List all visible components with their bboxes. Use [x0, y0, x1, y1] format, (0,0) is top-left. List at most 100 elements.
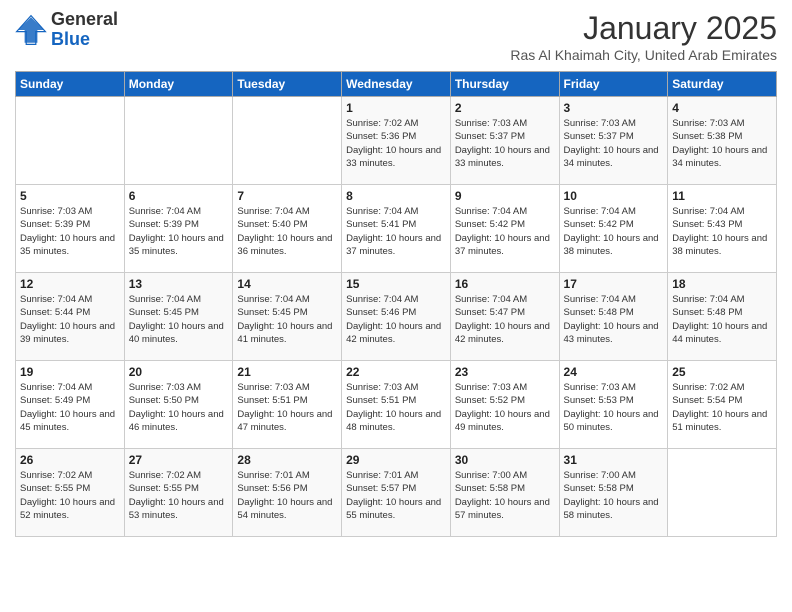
- calendar-week-row: 5 Sunrise: 7:03 AMSunset: 5:39 PMDaylight…: [16, 185, 777, 273]
- day-number: 30: [455, 453, 555, 467]
- day-number: 17: [564, 277, 664, 291]
- day-header-friday: Friday: [559, 72, 668, 97]
- calendar-header-row: SundayMondayTuesdayWednesdayThursdayFrid…: [16, 72, 777, 97]
- calendar-cell: 26Sunrise: 7:02 AMSunset: 5:55 PMDayligh…: [16, 449, 125, 537]
- day-number: 21: [237, 365, 337, 379]
- month-title: January 2025: [510, 10, 777, 47]
- calendar-cell: 24 Sunrise: 7:03 AMSunset: 5:53 PMDayligh…: [559, 361, 668, 449]
- day-header-sunday: Sunday: [16, 72, 125, 97]
- day-number: 16: [455, 277, 555, 291]
- cell-info: Sunrise: 7:04 AMSunset: 5:41 PMDaylight:…: [346, 205, 446, 258]
- day-header-thursday: Thursday: [450, 72, 559, 97]
- day-number: 31: [564, 453, 664, 467]
- cell-info: Sunrise: 7:04 AMSunset: 5:48 PMDaylight:…: [672, 293, 772, 346]
- calendar-cell: 22Sunrise: 7:03 AMSunset: 5:51 PMDayligh…: [342, 361, 451, 449]
- location-subtitle: Ras Al Khaimah City, United Arab Emirate…: [510, 47, 777, 63]
- cell-info: Sunrise: 7:04 AMSunset: 5:44 PMDaylight:…: [20, 293, 120, 346]
- calendar-cell: 17 Sunrise: 7:04 AMSunset: 5:48 PMDayligh…: [559, 273, 668, 361]
- calendar-cell: 15 Sunrise: 7:04 AMSunset: 5:46 PMDayligh…: [342, 273, 451, 361]
- cell-info: Sunrise: 7:04 AMSunset: 5:42 PMDaylight:…: [564, 205, 664, 258]
- calendar-cell: 19 Sunrise: 7:04 AMSunset: 5:49 PMDayligh…: [16, 361, 125, 449]
- calendar-cell: 30Sunrise: 7:00 AMSunset: 5:58 PMDayligh…: [450, 449, 559, 537]
- cell-info: Sunrise: 7:03 AMSunset: 5:37 PMDaylight:…: [455, 117, 555, 170]
- cell-info: Sunrise: 7:04 AMSunset: 5:42 PMDaylight:…: [455, 205, 555, 258]
- day-number: 25: [672, 365, 772, 379]
- day-header-monday: Monday: [124, 72, 233, 97]
- calendar-week-row: 1Sunrise: 7:02 AMSunset: 5:36 PMDaylight…: [16, 97, 777, 185]
- calendar-cell: 10 Sunrise: 7:04 AMSunset: 5:42 PMDayligh…: [559, 185, 668, 273]
- day-number: 5: [20, 189, 120, 203]
- calendar-cell: 31 Sunrise: 7:00 AMSunset: 5:58 PMDayligh…: [559, 449, 668, 537]
- calendar-cell: 9 Sunrise: 7:04 AMSunset: 5:42 PMDaylight…: [450, 185, 559, 273]
- calendar-cell: 3 Sunrise: 7:03 AMSunset: 5:37 PMDaylight…: [559, 97, 668, 185]
- calendar-cell: 14Sunrise: 7:04 AMSunset: 5:45 PMDayligh…: [233, 273, 342, 361]
- day-number: 6: [129, 189, 229, 203]
- calendar-cell: 23 Sunrise: 7:03 AMSunset: 5:52 PMDayligh…: [450, 361, 559, 449]
- logo-icon: [15, 14, 47, 46]
- calendar-cell: 25 Sunrise: 7:02 AMSunset: 5:54 PMDayligh…: [668, 361, 777, 449]
- calendar-cell: 28Sunrise: 7:01 AMSunset: 5:56 PMDayligh…: [233, 449, 342, 537]
- cell-info: Sunrise: 7:03 AMSunset: 5:53 PMDaylight:…: [564, 381, 664, 434]
- day-header-tuesday: Tuesday: [233, 72, 342, 97]
- calendar-cell: 12 Sunrise: 7:04 AMSunset: 5:44 PMDayligh…: [16, 273, 125, 361]
- calendar-cell: [16, 97, 125, 185]
- cell-info: Sunrise: 7:04 AMSunset: 5:45 PMDaylight:…: [129, 293, 229, 346]
- day-number: 4: [672, 101, 772, 115]
- day-number: 19: [20, 365, 120, 379]
- calendar-cell: 8 Sunrise: 7:04 AMSunset: 5:41 PMDaylight…: [342, 185, 451, 273]
- day-header-wednesday: Wednesday: [342, 72, 451, 97]
- logo-general-text: General: [51, 9, 118, 29]
- calendar-cell: 29 Sunrise: 7:01 AMSunset: 5:57 PMDayligh…: [342, 449, 451, 537]
- day-number: 12: [20, 277, 120, 291]
- calendar-cell: 1Sunrise: 7:02 AMSunset: 5:36 PMDaylight…: [342, 97, 451, 185]
- cell-info: Sunrise: 7:04 AMSunset: 5:47 PMDaylight:…: [455, 293, 555, 346]
- day-number: 23: [455, 365, 555, 379]
- calendar-cell: 2Sunrise: 7:03 AMSunset: 5:37 PMDaylight…: [450, 97, 559, 185]
- calendar-table: SundayMondayTuesdayWednesdayThursdayFrid…: [15, 71, 777, 537]
- day-number: 7: [237, 189, 337, 203]
- day-number: 29: [346, 453, 446, 467]
- page-header: General Blue January 2025 Ras Al Khaimah…: [15, 10, 777, 63]
- cell-info: Sunrise: 7:03 AMSunset: 5:51 PMDaylight:…: [237, 381, 337, 434]
- logo-blue-text: Blue: [51, 29, 90, 49]
- cell-info: Sunrise: 7:03 AMSunset: 5:39 PMDaylight:…: [20, 205, 120, 258]
- cell-info: Sunrise: 7:03 AMSunset: 5:50 PMDaylight:…: [129, 381, 229, 434]
- day-number: 15: [346, 277, 446, 291]
- calendar-cell: 27Sunrise: 7:02 AMSunset: 5:55 PMDayligh…: [124, 449, 233, 537]
- cell-info: Sunrise: 7:01 AMSunset: 5:57 PMDaylight:…: [346, 469, 446, 522]
- cell-info: Sunrise: 7:04 AMSunset: 5:43 PMDaylight:…: [672, 205, 772, 258]
- calendar-week-row: 19 Sunrise: 7:04 AMSunset: 5:49 PMDayligh…: [16, 361, 777, 449]
- cell-info: Sunrise: 7:04 AMSunset: 5:48 PMDaylight:…: [564, 293, 664, 346]
- calendar-cell: 7 Sunrise: 7:04 AMSunset: 5:40 PMDaylight…: [233, 185, 342, 273]
- calendar-cell: [668, 449, 777, 537]
- calendar-cell: 6Sunrise: 7:04 AMSunset: 5:39 PMDaylight…: [124, 185, 233, 273]
- day-number: 18: [672, 277, 772, 291]
- calendar-week-row: 26Sunrise: 7:02 AMSunset: 5:55 PMDayligh…: [16, 449, 777, 537]
- day-number: 1: [346, 101, 446, 115]
- calendar-cell: 20Sunrise: 7:03 AMSunset: 5:50 PMDayligh…: [124, 361, 233, 449]
- calendar-cell: [124, 97, 233, 185]
- cell-info: Sunrise: 7:00 AMSunset: 5:58 PMDaylight:…: [564, 469, 664, 522]
- cell-info: Sunrise: 7:03 AMSunset: 5:52 PMDaylight:…: [455, 381, 555, 434]
- day-number: 8: [346, 189, 446, 203]
- day-number: 9: [455, 189, 555, 203]
- day-header-saturday: Saturday: [668, 72, 777, 97]
- cell-info: Sunrise: 7:02 AMSunset: 5:54 PMDaylight:…: [672, 381, 772, 434]
- cell-info: Sunrise: 7:04 AMSunset: 5:46 PMDaylight:…: [346, 293, 446, 346]
- cell-info: Sunrise: 7:04 AMSunset: 5:40 PMDaylight:…: [237, 205, 337, 258]
- title-block: January 2025 Ras Al Khaimah City, United…: [510, 10, 777, 63]
- day-number: 10: [564, 189, 664, 203]
- cell-info: Sunrise: 7:02 AMSunset: 5:55 PMDaylight:…: [20, 469, 120, 522]
- cell-info: Sunrise: 7:04 AMSunset: 5:49 PMDaylight:…: [20, 381, 120, 434]
- calendar-cell: 13Sunrise: 7:04 AMSunset: 5:45 PMDayligh…: [124, 273, 233, 361]
- day-number: 28: [237, 453, 337, 467]
- cell-info: Sunrise: 7:03 AMSunset: 5:37 PMDaylight:…: [564, 117, 664, 170]
- day-number: 11: [672, 189, 772, 203]
- day-number: 24: [564, 365, 664, 379]
- cell-info: Sunrise: 7:03 AMSunset: 5:38 PMDaylight:…: [672, 117, 772, 170]
- day-number: 3: [564, 101, 664, 115]
- calendar-cell: [233, 97, 342, 185]
- calendar-cell: 4 Sunrise: 7:03 AMSunset: 5:38 PMDaylight…: [668, 97, 777, 185]
- logo: General Blue: [15, 10, 118, 50]
- cell-info: Sunrise: 7:03 AMSunset: 5:51 PMDaylight:…: [346, 381, 446, 434]
